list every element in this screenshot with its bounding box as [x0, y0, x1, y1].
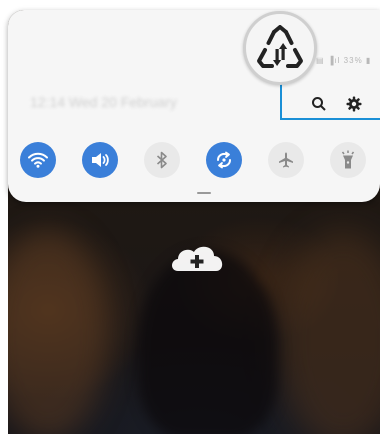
settings-button[interactable]	[343, 93, 365, 115]
auto-rotate-icon	[217, 151, 231, 169]
search-button[interactable]	[308, 93, 330, 115]
flashlight-toggle[interactable]	[330, 142, 366, 178]
flashlight-icon	[341, 150, 355, 169]
highlight-callout	[280, 80, 380, 120]
date-time: 12:14 Wed 20 February	[30, 94, 177, 110]
data-saver-zoom[interactable]	[243, 11, 317, 85]
wifi-icon	[28, 152, 48, 168]
bluetooth-icon	[156, 151, 167, 169]
gear-icon	[346, 96, 362, 112]
wallpaper-shape	[278, 230, 380, 434]
search-icon	[312, 97, 326, 111]
cloud-add-icon[interactable]	[168, 243, 226, 273]
wallpaper-shape	[138, 250, 278, 434]
wallpaper-shape	[8, 230, 108, 434]
auto-rotate-toggle[interactable]	[206, 142, 242, 178]
airplane-toggle[interactable]	[268, 142, 304, 178]
volume-icon	[92, 153, 109, 167]
wifi-toggle[interactable]	[20, 142, 56, 178]
data-saver-icon	[257, 25, 303, 68]
panel-drag-handle[interactable]	[197, 192, 211, 194]
sound-toggle[interactable]	[82, 142, 118, 178]
quick-toggles-row	[20, 142, 366, 178]
bluetooth-toggle[interactable]	[144, 142, 180, 178]
airplane-icon	[279, 152, 293, 168]
status-bar: ▤ ▐ıl 33% ▮	[316, 56, 372, 65]
